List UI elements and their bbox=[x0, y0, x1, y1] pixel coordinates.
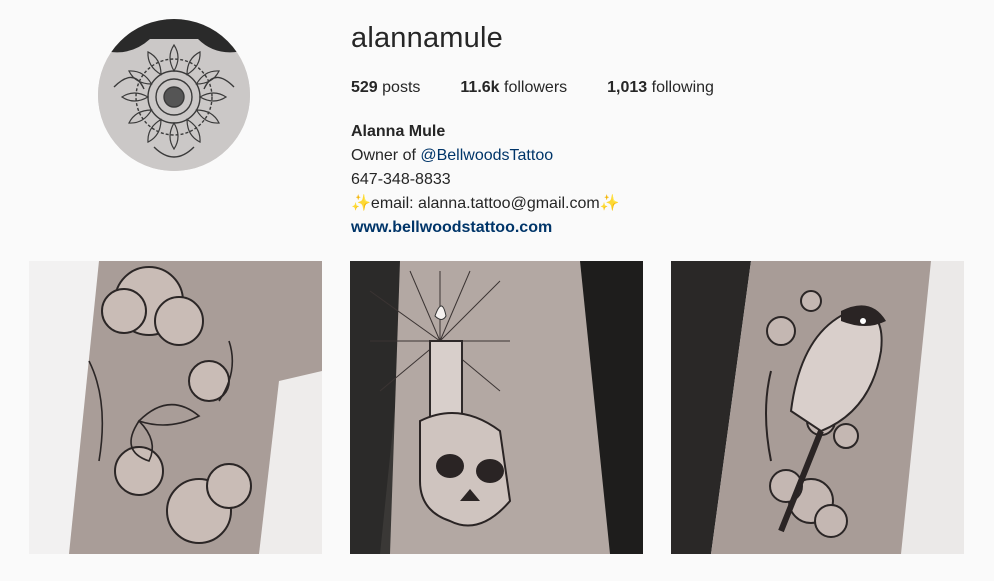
post-thumbnail-floral-butterfly[interactable] bbox=[29, 261, 322, 554]
website-link[interactable]: www.bellwoodstattoo.com bbox=[351, 219, 552, 236]
following-label: following bbox=[651, 79, 714, 96]
floral-butterfly-tattoo-image bbox=[29, 261, 322, 554]
following-stat[interactable]: 1,013 following bbox=[607, 79, 714, 97]
profile-username: alannamule bbox=[351, 22, 503, 54]
chickadee-bird-tattoo-image bbox=[671, 261, 964, 554]
post-thumbnail-chickadee-bird[interactable] bbox=[671, 261, 964, 554]
bio-owner-line: Owner of @BellwoodsTattoo bbox=[351, 144, 620, 168]
bio-email: email: alanna.tattoo@gmail.com bbox=[370, 195, 600, 212]
profile-avatar[interactable] bbox=[98, 19, 250, 171]
post-thumbnail-candle-skull[interactable] bbox=[350, 261, 643, 554]
bio-phone: 647-348-8833 bbox=[351, 171, 451, 188]
sparkles-emoji-icon: ✨ bbox=[599, 195, 620, 212]
bio-email-line: ✨email: alanna.tattoo@gmail.com✨ bbox=[351, 192, 620, 216]
posts-count: 529 bbox=[351, 79, 378, 96]
bellwoods-tattoo-mention-link[interactable]: @BellwoodsTattoo bbox=[420, 147, 553, 164]
followers-stat[interactable]: 11.6k followers bbox=[460, 79, 567, 97]
profile-full-name: Alanna Mule bbox=[351, 123, 446, 140]
followers-label: followers bbox=[504, 79, 568, 96]
candle-skull-tattoo-image bbox=[350, 261, 643, 554]
profile-stats: 529 posts 11.6k followers 1,013 followin… bbox=[351, 79, 754, 97]
posts-stat[interactable]: 529 posts bbox=[351, 79, 420, 97]
profile-bio: Alanna Mule Owner of @BellwoodsTattoo 64… bbox=[351, 120, 620, 240]
bio-owner-prefix: Owner of bbox=[351, 147, 421, 164]
posts-grid bbox=[29, 261, 992, 554]
sparkles-emoji-icon: ✨ bbox=[351, 195, 371, 212]
followers-count: 11.6k bbox=[460, 79, 500, 96]
posts-label: posts bbox=[382, 79, 421, 96]
mandala-tattoo-avatar-icon bbox=[98, 19, 250, 171]
following-count: 1,013 bbox=[607, 79, 648, 96]
